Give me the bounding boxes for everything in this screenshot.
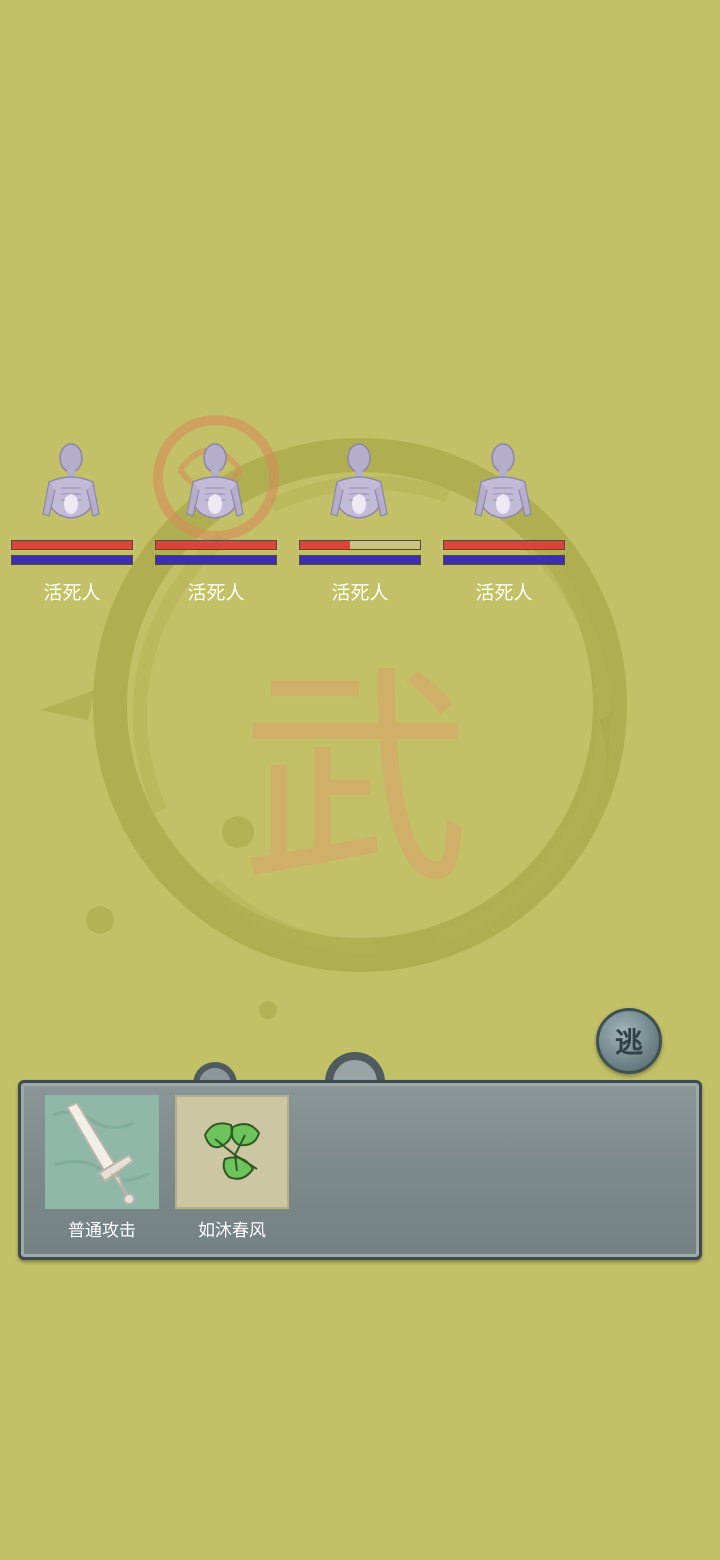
mp-bar (11, 555, 133, 565)
enemy-name: 活死人 (43, 582, 101, 604)
enemy-unit[interactable]: 活死人 (443, 440, 567, 610)
leaf-icon (175, 1095, 289, 1209)
skill-panel: 普通攻击 如沐春风 (18, 1080, 702, 1260)
mp-bar (299, 555, 421, 565)
hp-bar (155, 540, 277, 550)
skill-label: 普通攻击 (68, 1221, 136, 1241)
skill-spring-breeze[interactable]: 如沐春风 (175, 1095, 291, 1245)
hp-bar (11, 540, 133, 550)
zombie-sprite-icon (330, 443, 388, 519)
sword-icon (45, 1095, 159, 1209)
enemy-unit[interactable]: 活死人 (299, 440, 423, 610)
hp-fill (300, 541, 351, 549)
mp-bar (443, 555, 565, 565)
hp-bar (443, 540, 565, 550)
mp-bar (155, 555, 277, 565)
ally-head (325, 1052, 385, 1082)
zombie-sprite-icon (474, 443, 532, 519)
mp-fill (12, 556, 132, 564)
battle-background: 武 (40, 415, 627, 1019)
flee-button[interactable]: 逃 (596, 1008, 662, 1074)
glyph-text: 武 (240, 648, 470, 915)
skill-label: 如沐春风 (198, 1221, 266, 1241)
zombie-sprite-icon (42, 443, 100, 519)
enemy-name: 活死人 (475, 582, 533, 604)
mp-fill (156, 556, 276, 564)
mp-fill (300, 556, 420, 564)
hp-fill (12, 541, 132, 549)
hp-fill (444, 541, 564, 549)
skill-normal-attack[interactable]: 普通攻击 (45, 1095, 161, 1245)
enemy-name: 活死人 (331, 582, 389, 604)
hp-fill (156, 541, 276, 549)
martial-glyph: 武 (240, 648, 470, 915)
zombie-sprite-icon (186, 443, 244, 519)
hp-bar (299, 540, 421, 550)
enemy-unit[interactable]: 活死人 (155, 440, 279, 610)
mp-fill (444, 556, 564, 564)
enemy-unit[interactable]: 活死人 (11, 440, 135, 610)
enemy-name: 活死人 (187, 582, 245, 604)
flee-label: 逃 (614, 1026, 643, 1059)
